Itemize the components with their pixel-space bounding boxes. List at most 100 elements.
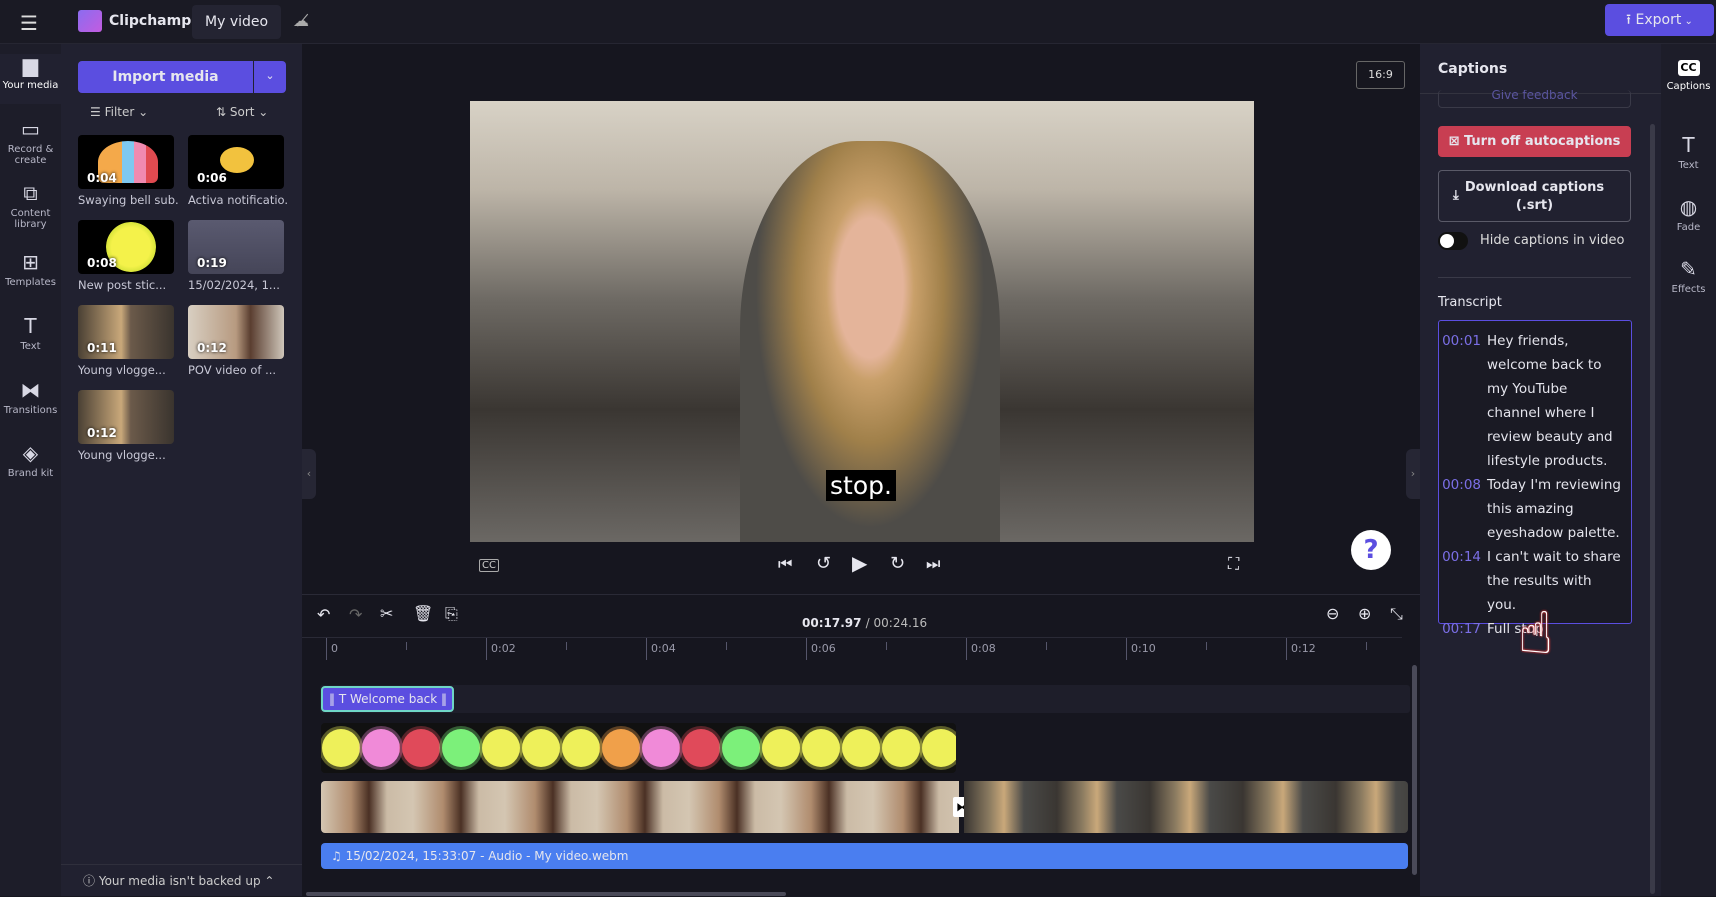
- rail-brand-kit[interactable]: ◈ Brand kit: [0, 442, 61, 479]
- transcript-title: Transcript: [1438, 295, 1502, 310]
- media-item-label: POV video of ...: [188, 363, 277, 377]
- rail-fade[interactable]: ◍ Fade: [1661, 196, 1716, 233]
- rail-text[interactable]: T Text: [0, 315, 61, 352]
- import-dropdown-button[interactable]: ⌄: [254, 61, 286, 93]
- sticker-frame: [682, 729, 720, 767]
- download-captions-button[interactable]: ⤓ Download captions (.srt): [1438, 170, 1631, 222]
- skip-forward-icon[interactable]: ⏭: [926, 554, 940, 574]
- rail-record-create[interactable]: ▭ Record & create: [0, 118, 61, 166]
- ruler-tick: 0:08: [966, 638, 996, 660]
- rail-transitions[interactable]: ⧓ Transitions: [0, 379, 61, 416]
- rail-your-media[interactable]: ▆ Your media: [0, 54, 61, 104]
- video-clip-pov[interactable]: [321, 781, 959, 833]
- chevron-down-icon: ⌄: [265, 69, 275, 82]
- rewind-5-icon[interactable]: ↺: [816, 553, 831, 574]
- sticker-clip[interactable]: [321, 723, 956, 773]
- zoom-out-icon[interactable]: ⊖: [1326, 604, 1339, 623]
- aspect-ratio-button[interactable]: 16:9: [1356, 61, 1405, 89]
- media-item[interactable]: 0:04: [78, 135, 174, 189]
- media-item[interactable]: 0:19: [188, 220, 284, 274]
- sort-button[interactable]: ⇅ Sort ⌄: [216, 105, 268, 119]
- panel-scrollbar[interactable]: [1650, 124, 1655, 894]
- media-item-label: Young vlogge...: [78, 448, 166, 462]
- fullscreen-icon[interactable]: ⛶: [1228, 554, 1239, 574]
- undo-icon[interactable]: ↶: [317, 605, 330, 624]
- give-feedback-button[interactable]: Give feedback: [1438, 90, 1631, 108]
- rail-content-library[interactable]: ⧉ Content library: [0, 182, 61, 230]
- transcript-entry[interactable]: 00:01 Hey friends, welcome back to my You…: [1439, 329, 1621, 473]
- transcript-box[interactable]: 00:01 Hey friends, welcome back to my You…: [1438, 320, 1632, 637]
- collapse-right-handle[interactable]: ›: [1406, 449, 1420, 499]
- text-track: [320, 685, 1410, 713]
- split-icon[interactable]: ✂: [380, 604, 393, 623]
- library-icon: ⧉: [23, 181, 38, 205]
- sticker-frame: [922, 729, 956, 767]
- media-item[interactable]: 0:06: [188, 135, 284, 189]
- sticker-frame: [562, 729, 600, 767]
- preview-area: ‹ › 16:9 stop. CC ⏮ ↺ ▶ ↻ ⏭ ⛶ ?: [302, 44, 1420, 594]
- captions-panel: Captions Give feedback ⊠ Turn off autoca…: [1420, 44, 1661, 896]
- sticker-frame: [322, 729, 360, 767]
- forward-5-icon[interactable]: ↻: [890, 553, 905, 574]
- sort-icon: ⇅: [216, 105, 230, 119]
- transitions-icon: ⧓: [20, 378, 41, 402]
- time-ruler[interactable]: 0 0:02 0:04 0:06 0:08 0:10 0:12: [302, 637, 1402, 661]
- horizontal-scrollbar[interactable]: [306, 892, 786, 896]
- menu-icon[interactable]: ☰: [20, 11, 38, 35]
- clipchamp-logo: [78, 10, 102, 32]
- chevron-up-icon: ⌃: [264, 874, 275, 888]
- rail-captions[interactable]: CC Captions: [1661, 60, 1716, 92]
- folder-icon: ▆: [22, 53, 39, 77]
- add-to-timeline-icon[interactable]: ⎘: [445, 604, 458, 624]
- panel-title: Captions: [1438, 61, 1508, 77]
- hide-captions-toggle[interactable]: [1438, 232, 1468, 250]
- brand-kit-icon: ◈: [22, 441, 39, 465]
- sticker-frame: [602, 729, 640, 767]
- captions-toggle-icon[interactable]: CC: [479, 559, 499, 572]
- zoom-in-icon[interactable]: ⊕: [1358, 604, 1371, 623]
- media-item-label: Activa notificatio...: [188, 193, 288, 207]
- rail-effects[interactable]: ✎ Effects: [1661, 258, 1716, 295]
- vertical-scrollbar[interactable]: [1412, 665, 1417, 875]
- delete-icon[interactable]: 🗑: [413, 604, 433, 623]
- play-icon[interactable]: ▶: [852, 551, 867, 575]
- fit-timeline-icon[interactable]: ⤡: [1390, 604, 1403, 624]
- ruler-tick: 0: [326, 638, 338, 660]
- media-item-label: Swaying bell sub...: [78, 193, 178, 207]
- total-time: / 00:24.16: [865, 616, 928, 630]
- backup-notice[interactable]: ⓘ Your media isn't backed up ⌃: [61, 864, 302, 896]
- media-item[interactable]: 0:08: [78, 220, 174, 274]
- ruler-tick: 0:04: [646, 638, 676, 660]
- audio-clip[interactable]: ♫ 15/02/2024, 15:33:07 - Audio - My vide…: [321, 843, 1408, 869]
- video-frame[interactable]: stop.: [470, 101, 1254, 542]
- turn-off-autocaptions-button[interactable]: ⊠ Turn off autocaptions: [1438, 126, 1631, 157]
- export-button[interactable]: ⭱ Export ⌄: [1605, 4, 1714, 36]
- collapse-left-handle[interactable]: ‹: [302, 449, 316, 499]
- notification-sticker: [220, 147, 254, 173]
- download-icon: ⤓: [1453, 188, 1459, 203]
- left-rail: ▆ Your media ▭ Record & create ⧉ Content li…: [0, 44, 61, 896]
- transcript-entry[interactable]: 00:08 Today I'm reviewing this amazing ey…: [1439, 473, 1621, 545]
- rail-templates[interactable]: ⊞ Templates: [0, 251, 61, 288]
- video-clip-vlogger[interactable]: [964, 781, 1408, 833]
- camera-icon: ▭: [21, 117, 40, 141]
- templates-icon: ⊞: [22, 250, 39, 274]
- text-clip[interactable]: ‖ T Welcome back ‖: [321, 686, 454, 712]
- sticker-frame: [482, 729, 520, 767]
- redo-icon[interactable]: ↷: [349, 605, 362, 624]
- filter-button[interactable]: ☰ Filter ⌄: [90, 105, 148, 119]
- text-clip-icon: T: [338, 692, 347, 706]
- project-title[interactable]: My video: [192, 5, 282, 39]
- media-item[interactable]: 0:12: [78, 390, 174, 444]
- rail-text[interactable]: T Text: [1661, 134, 1716, 171]
- media-item[interactable]: 0:12: [188, 305, 284, 359]
- import-media-button[interactable]: Import media: [78, 61, 253, 93]
- sticker-frame: [762, 729, 800, 767]
- caption-overlay: stop.: [826, 470, 896, 501]
- text-icon: T: [24, 314, 37, 338]
- sticker-frame: [802, 729, 840, 767]
- sticker-frame: [642, 729, 680, 767]
- skip-back-icon[interactable]: ⏮: [778, 554, 792, 574]
- media-item[interactable]: 0:11: [78, 305, 174, 359]
- help-button[interactable]: ?: [1351, 530, 1391, 570]
